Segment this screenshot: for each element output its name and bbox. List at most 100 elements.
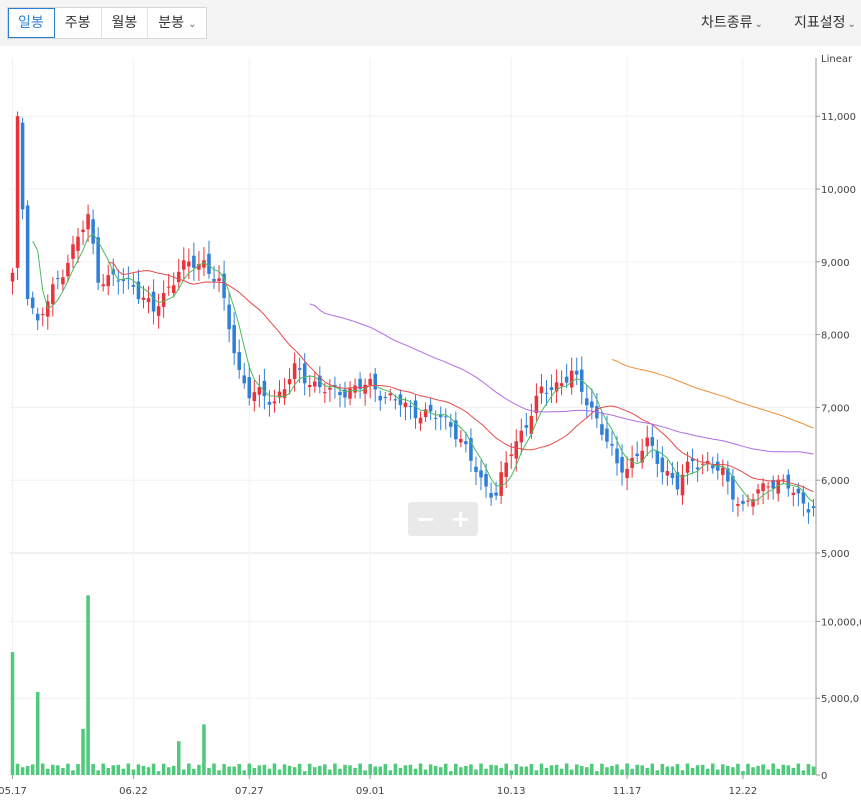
volume-bars: [10, 595, 816, 775]
volume-bar: [700, 764, 705, 775]
indicator-settings-menu[interactable]: 지표설정 ⌄: [794, 12, 856, 32]
zoom-out-button[interactable]: −: [408, 502, 443, 536]
zoom-in-button[interactable]: +: [443, 502, 478, 536]
volume-bar: [585, 767, 589, 775]
candle-body: [574, 370, 579, 375]
volume-bar: [15, 763, 20, 775]
price-volume-chart[interactable]: Linear 5,000 6,000 7,000 8,000 9,000 10,000 11,…: [0, 46, 861, 800]
volume-bar: [655, 770, 660, 775]
ma-5-line: [32, 232, 814, 503]
candle-body: [418, 417, 423, 424]
candle-body: [756, 489, 760, 494]
volume-bar: [549, 765, 554, 775]
volume-bar: [756, 765, 760, 775]
volume-bar: [267, 768, 272, 775]
candle-body: [101, 284, 105, 287]
candle-body: [76, 236, 80, 251]
candle-body: [685, 461, 690, 473]
volume-bar: [96, 770, 100, 775]
volume-tick-label: 10,000,0: [821, 617, 861, 628]
candle-body: [710, 465, 715, 469]
tab-minute[interactable]: 분봉 ⌄: [148, 8, 206, 38]
volume-bar: [731, 767, 735, 775]
volume-bar: [736, 763, 740, 775]
volume-bar: [146, 767, 151, 775]
volume-bar: [569, 769, 574, 775]
candle-body: [766, 486, 770, 488]
volume-bar: [464, 765, 468, 775]
volume-bar: [348, 765, 352, 775]
candle-body: [514, 441, 519, 459]
volume-bar: [469, 764, 473, 775]
volume-bar: [514, 764, 519, 775]
volume-bar: [524, 766, 529, 775]
volume-bar: [534, 770, 539, 775]
candle-body: [217, 278, 221, 282]
candle-body: [781, 479, 786, 481]
tab-monthly[interactable]: 월봉: [102, 8, 149, 38]
candle-body: [307, 385, 312, 388]
candle-body: [187, 261, 191, 267]
date-tick-label: 10.13: [497, 786, 526, 797]
volume-bar: [721, 764, 725, 775]
volume-bar: [76, 764, 80, 775]
chart-type-menu[interactable]: 차트종류 ⌄: [701, 12, 763, 32]
volume-bar: [454, 763, 458, 775]
candle-body: [166, 286, 171, 288]
price-tick-label: 11,000: [821, 112, 856, 123]
volume-bar: [136, 764, 141, 775]
tab-weekly-label: 주봉: [64, 15, 91, 31]
volume-bar: [766, 769, 770, 775]
volume-bar: [323, 764, 327, 775]
candle-body: [645, 437, 650, 447]
volume-bar: [716, 769, 720, 775]
candle-body: [131, 284, 136, 287]
volume-bar: [302, 771, 307, 775]
candle-body: [272, 401, 277, 404]
tab-daily[interactable]: 일봉: [8, 8, 55, 38]
candle-body: [796, 488, 801, 494]
candle-body: [569, 370, 574, 388]
volume-bar: [484, 768, 488, 775]
volume-bar: [333, 763, 337, 775]
chevron-down-icon: ⌄: [188, 19, 197, 30]
candle-body: [35, 313, 40, 321]
volume-bar: [610, 765, 614, 775]
price-tick-label: 6,000: [821, 476, 850, 487]
candle-body: [66, 262, 70, 277]
volume-bar: [489, 764, 493, 775]
volume-bar: [252, 767, 257, 775]
volume-bar: [282, 764, 287, 775]
candle-body: [262, 380, 267, 397]
period-tabs: 일봉 주봉 월봉 분봉 ⌄: [7, 7, 208, 39]
candle-body: [479, 470, 483, 478]
tab-minute-label: 분봉: [158, 15, 185, 31]
volume-bar: [182, 769, 186, 775]
candle-body: [302, 363, 307, 384]
candle-body: [449, 422, 453, 427]
candle-body: [700, 463, 705, 465]
volume-bar: [574, 764, 579, 775]
volume-bar: [212, 763, 216, 775]
date-tick-label: 05.17: [0, 786, 27, 797]
volume-bar: [388, 770, 393, 775]
volume-bar: [544, 767, 549, 775]
volume-bar: [781, 764, 786, 775]
volume-bar: [71, 770, 75, 775]
volume-bar: [559, 768, 564, 775]
volume-bar: [539, 763, 544, 775]
candle-body: [464, 441, 468, 445]
tab-weekly[interactable]: 주봉: [55, 8, 102, 38]
candle-body: [695, 467, 700, 470]
candle-body: [61, 277, 65, 285]
candle-body: [564, 376, 569, 383]
volume-bar: [761, 764, 765, 775]
volume-bar: [620, 769, 624, 775]
candle-body: [348, 388, 352, 399]
candle-body: [600, 424, 604, 435]
scale-type-label: Linear: [821, 54, 853, 65]
candle-body: [670, 472, 675, 479]
candle-body: [610, 444, 614, 446]
volume-bar: [363, 770, 367, 775]
volume-bar: [786, 765, 791, 775]
